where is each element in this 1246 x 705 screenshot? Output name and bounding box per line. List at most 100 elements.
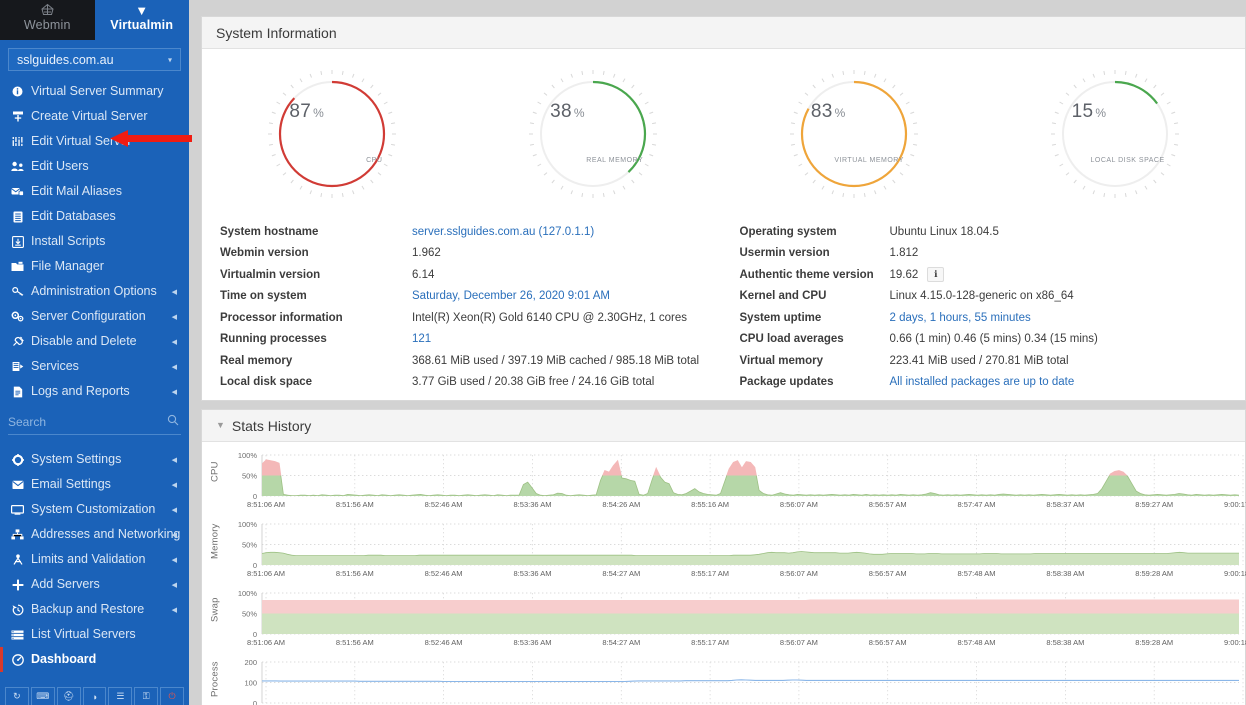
svg-text:8:52:46 AM: 8:52:46 AM [425, 638, 463, 647]
domain-select[interactable]: sslguides.com.au ▾ [8, 48, 181, 71]
svg-text:50%: 50% [242, 472, 257, 481]
gauge-value: 38% [550, 101, 585, 123]
gauge-cell: 83%VIRTUAL MEMORY [724, 59, 985, 209]
plug-icon [9, 336, 26, 347]
sidebar-item-administration-options[interactable]: Administration Options◀ [0, 279, 189, 304]
dashboard-icon [9, 654, 26, 666]
chart-plot: 050%100%8:51:06 AM8:51:56 AM8:52:46 AM8:… [224, 586, 1245, 655]
sidebar: Webmin ▼ Virtualmin sslguides.com.au ▾ V… [0, 0, 189, 705]
user-icon[interactable]: ⛑ [57, 687, 81, 705]
sidebar-item-label: List Virtual Servers [31, 628, 136, 641]
language-icon[interactable]: ☰ [108, 687, 132, 705]
theme-icon[interactable]: ◑ [83, 687, 107, 705]
tab-virtualmin[interactable]: ▼ Virtualmin [95, 0, 190, 40]
database-icon [9, 211, 26, 223]
chart-plot: 01002008:51:06 AM8:51:56 AM8:52:46 AM8:5… [224, 655, 1245, 705]
lock-icon[interactable]: ⚿ [134, 687, 158, 705]
sidebar-item-create-virtual-server[interactable]: Create Virtual Server [0, 104, 189, 129]
terminal-icon[interactable]: ⌨ [31, 687, 55, 705]
sidebar-item-addresses-and-networking[interactable]: Addresses and Networking◀ [0, 522, 189, 547]
info-value: 19.62 [890, 269, 919, 281]
sidebar-item-server-configuration[interactable]: Server Configuration ◀ [0, 304, 189, 329]
info-icon[interactable]: ℹ [927, 267, 944, 282]
sidebar-item-system-customization[interactable]: System Customization◀ [0, 497, 189, 522]
chevron-left-icon: ◀ [172, 313, 177, 321]
gauge-row: 87%CPU38%REAL MEMORY83%VIRTUAL MEMORY15%… [202, 49, 1245, 209]
sidebar-item-dashboard[interactable]: Dashboard [0, 647, 189, 672]
info-value[interactable]: All installed packages are up to date [890, 376, 1075, 388]
create-server-icon [9, 111, 26, 122]
install-icon [9, 236, 26, 248]
svg-text:8:52:46 AM: 8:52:46 AM [425, 569, 463, 578]
sidebar-item-label: File Manager [31, 260, 104, 273]
svg-text:0: 0 [253, 699, 257, 705]
info-row: Authentic theme version19.62 ℹ [740, 264, 1246, 286]
gear-icon [9, 454, 26, 466]
sidebar-item-label: Install Scripts [31, 235, 105, 248]
svg-text:8:56:07 AM: 8:56:07 AM [780, 500, 818, 509]
info-key: Webmin version [220, 247, 412, 259]
sidebar-item-edit-virtual-server[interactable]: Edit Virtual Server [0, 129, 189, 154]
info-key: Time on system [220, 290, 412, 302]
caret-down-icon[interactable]: ▼ [216, 421, 225, 430]
svg-text:8:51:06 AM: 8:51:06 AM [247, 500, 285, 509]
sidebar-item-backup-and-restore[interactable]: Backup and Restore◀ [0, 597, 189, 622]
sidebar-item-label: Server Configuration [31, 310, 146, 323]
info-row: Time on systemSaturday, December 26, 202… [220, 286, 724, 308]
info-key: Authentic theme version [740, 269, 890, 281]
tab-webmin[interactable]: Webmin [0, 0, 95, 40]
svg-text:8:57:47 AM: 8:57:47 AM [958, 500, 996, 509]
info-row: Virtual memory223.41 MiB used / 270.81 M… [740, 350, 1246, 372]
search-input[interactable]: Search [8, 410, 181, 435]
sidebar-item-list-virtual-servers[interactable]: List Virtual Servers [0, 622, 189, 647]
info-value[interactable]: 2 days, 1 hours, 55 minutes [890, 312, 1031, 324]
product-tabs: Webmin ▼ Virtualmin [0, 0, 189, 40]
gauge-value: 83% [811, 101, 846, 123]
info-key: CPU load averages [740, 333, 890, 345]
info-row: Package updatesAll installed packages ar… [740, 372, 1246, 394]
info-key: Operating system [740, 226, 890, 238]
stats-history-header[interactable]: ▼ Stats History [202, 410, 1245, 442]
chart-plot: 050%100%8:51:06 AM8:51:56 AM8:52:46 AM8:… [224, 448, 1245, 517]
sidebar-item-edit-users[interactable]: Edit Users [0, 154, 189, 179]
svg-text:8:57:48 AM: 8:57:48 AM [958, 569, 996, 578]
info-value[interactable]: Saturday, December 26, 2020 9:01 AM [412, 290, 610, 302]
svg-text:50%: 50% [242, 541, 257, 550]
gears-icon [9, 311, 26, 322]
sidebar-item-logs-and-reports[interactable]: Logs and Reports◀ [0, 379, 189, 404]
sidebar-item-limits-and-validation[interactable]: Limits and Validation◀ [0, 547, 189, 572]
sidebar-item-edit-databases[interactable]: Edit Databases [0, 204, 189, 229]
info-key: Processor information [220, 312, 412, 324]
power-icon[interactable]: ⏻ [160, 687, 184, 705]
users-icon [9, 161, 26, 172]
sidebar-item-disable-and-delete[interactable]: Disable and Delete◀ [0, 329, 189, 354]
sidebar-item-install-scripts[interactable]: Install Scripts [0, 229, 189, 254]
sidebar-item-edit-mail-aliases[interactable]: Edit Mail Aliases [0, 179, 189, 204]
info-value: 1.812 [890, 247, 919, 259]
info-value: 223.41 MiB used / 270.81 MiB total [890, 355, 1069, 367]
svg-text:8:53:36 AM: 8:53:36 AM [514, 638, 552, 647]
sidebar-item-virtual-server-summary[interactable]: Virtual Server Summary [0, 79, 189, 104]
info-value[interactable]: server.sslguides.com.au (127.0.1.1) [412, 226, 594, 238]
folder-icon [9, 261, 26, 272]
sidebar-item-label: System Settings [31, 453, 121, 466]
svg-text:8:56:57 AM: 8:56:57 AM [869, 638, 907, 647]
info-value[interactable]: 121 [412, 333, 431, 345]
sidebar-item-email-settings[interactable]: Email Settings◀ [0, 472, 189, 497]
sidebar-item-system-settings[interactable]: System Settings◀ [0, 447, 189, 472]
limits-icon [9, 554, 26, 565]
chart-axis-label: Process [208, 655, 222, 703]
sidebar-item-services[interactable]: Services◀ [0, 354, 189, 379]
history-icon [9, 604, 26, 616]
sliders-icon [9, 136, 26, 147]
info-value: 6.14 [412, 269, 434, 281]
chevron-down-icon: ▾ [168, 55, 172, 64]
info-row: Virtualmin version6.14 [220, 264, 724, 286]
sidebar-item-add-servers[interactable]: Add Servers◀ [0, 572, 189, 597]
info-row: System hostnameserver.sslguides.com.au (… [220, 221, 724, 243]
refresh-icon[interactable]: ↻ [5, 687, 29, 705]
info-row: Running processes121 [220, 329, 724, 351]
sidebar-item-file-manager[interactable]: File Manager [0, 254, 189, 279]
svg-text:8:58:38 AM: 8:58:38 AM [1046, 569, 1084, 578]
chevron-left-icon: ◀ [172, 481, 177, 489]
